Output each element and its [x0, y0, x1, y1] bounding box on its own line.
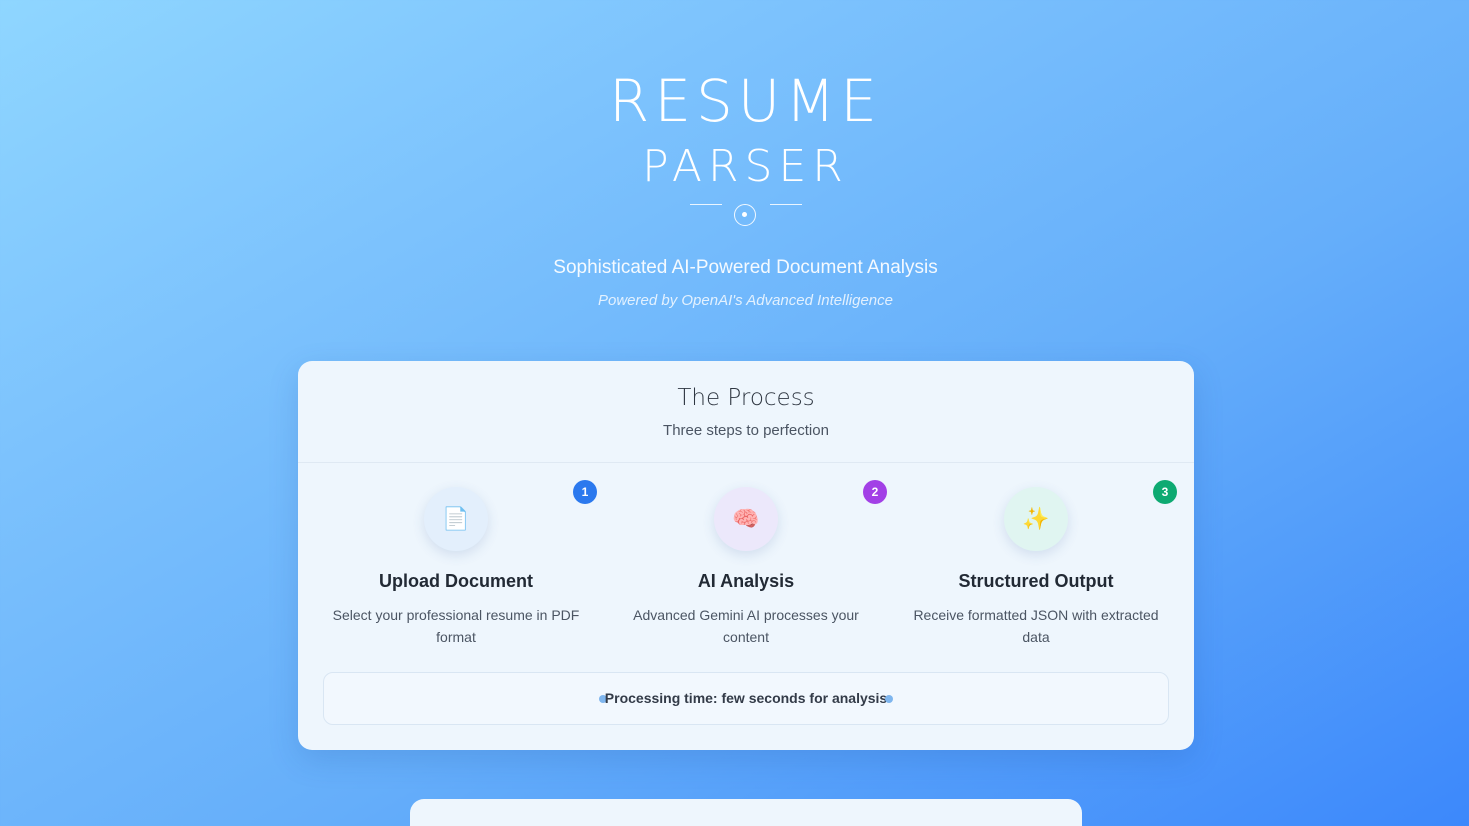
sparkles-icon: ✨: [1004, 487, 1068, 551]
title-divider-right: [770, 204, 802, 205]
divider-ornament-icon: [734, 204, 756, 226]
step-description: Select your professional resume in PDF f…: [332, 607, 580, 645]
step-number-badge: 1: [573, 480, 597, 504]
app-title-resume: RESUME: [609, 67, 882, 135]
hero-section: RESUME PARSER Sophisticated AI-Powered D…: [0, 0, 1469, 330]
step-description: Receive formatted JSON with extracted da…: [913, 607, 1159, 645]
processing-time-box: Processing time: few seconds for analysi…: [323, 672, 1169, 725]
step-description: Advanced Gemini AI processes your conten…: [633, 607, 859, 645]
step-structured-output: ✨ 3 Structured Output Receive formatted …: [891, 463, 1181, 663]
step-title: Upload Document: [378, 571, 533, 591]
hero-subtitle: Sophisticated AI-Powered Document Analys…: [553, 257, 938, 278]
step-ai-analysis: 🧠 2 AI Analysis Advanced Gemini AI proce…: [601, 463, 891, 663]
process-card-header: The Process Three steps to perfection: [298, 361, 1194, 463]
title-divider-left: [690, 204, 722, 205]
upload-card: [410, 799, 1082, 826]
processing-time-text: Processing time: few seconds for analysi…: [604, 690, 888, 706]
brain-icon: 🧠: [714, 487, 778, 551]
step-upload-document: 📄 1 Upload Document Select your professi…: [311, 463, 601, 663]
process-card: The Process Three steps to perfection 📄 …: [298, 361, 1194, 750]
process-title: The Process: [677, 385, 815, 411]
status-dot-icon: [885, 695, 893, 703]
app-title-parser: PARSER: [642, 141, 849, 192]
step-title: AI Analysis: [697, 571, 795, 591]
document-icon: 📄: [424, 487, 488, 551]
process-subtitle: Three steps to perfection: [663, 422, 829, 439]
step-number-badge: 2: [863, 480, 887, 504]
step-title: Structured Output: [958, 571, 1114, 591]
divider-dot: [742, 212, 747, 217]
powered-by-text: Powered by OpenAI's Advanced Intelligenc…: [598, 292, 893, 309]
step-number-badge: 3: [1153, 480, 1177, 504]
